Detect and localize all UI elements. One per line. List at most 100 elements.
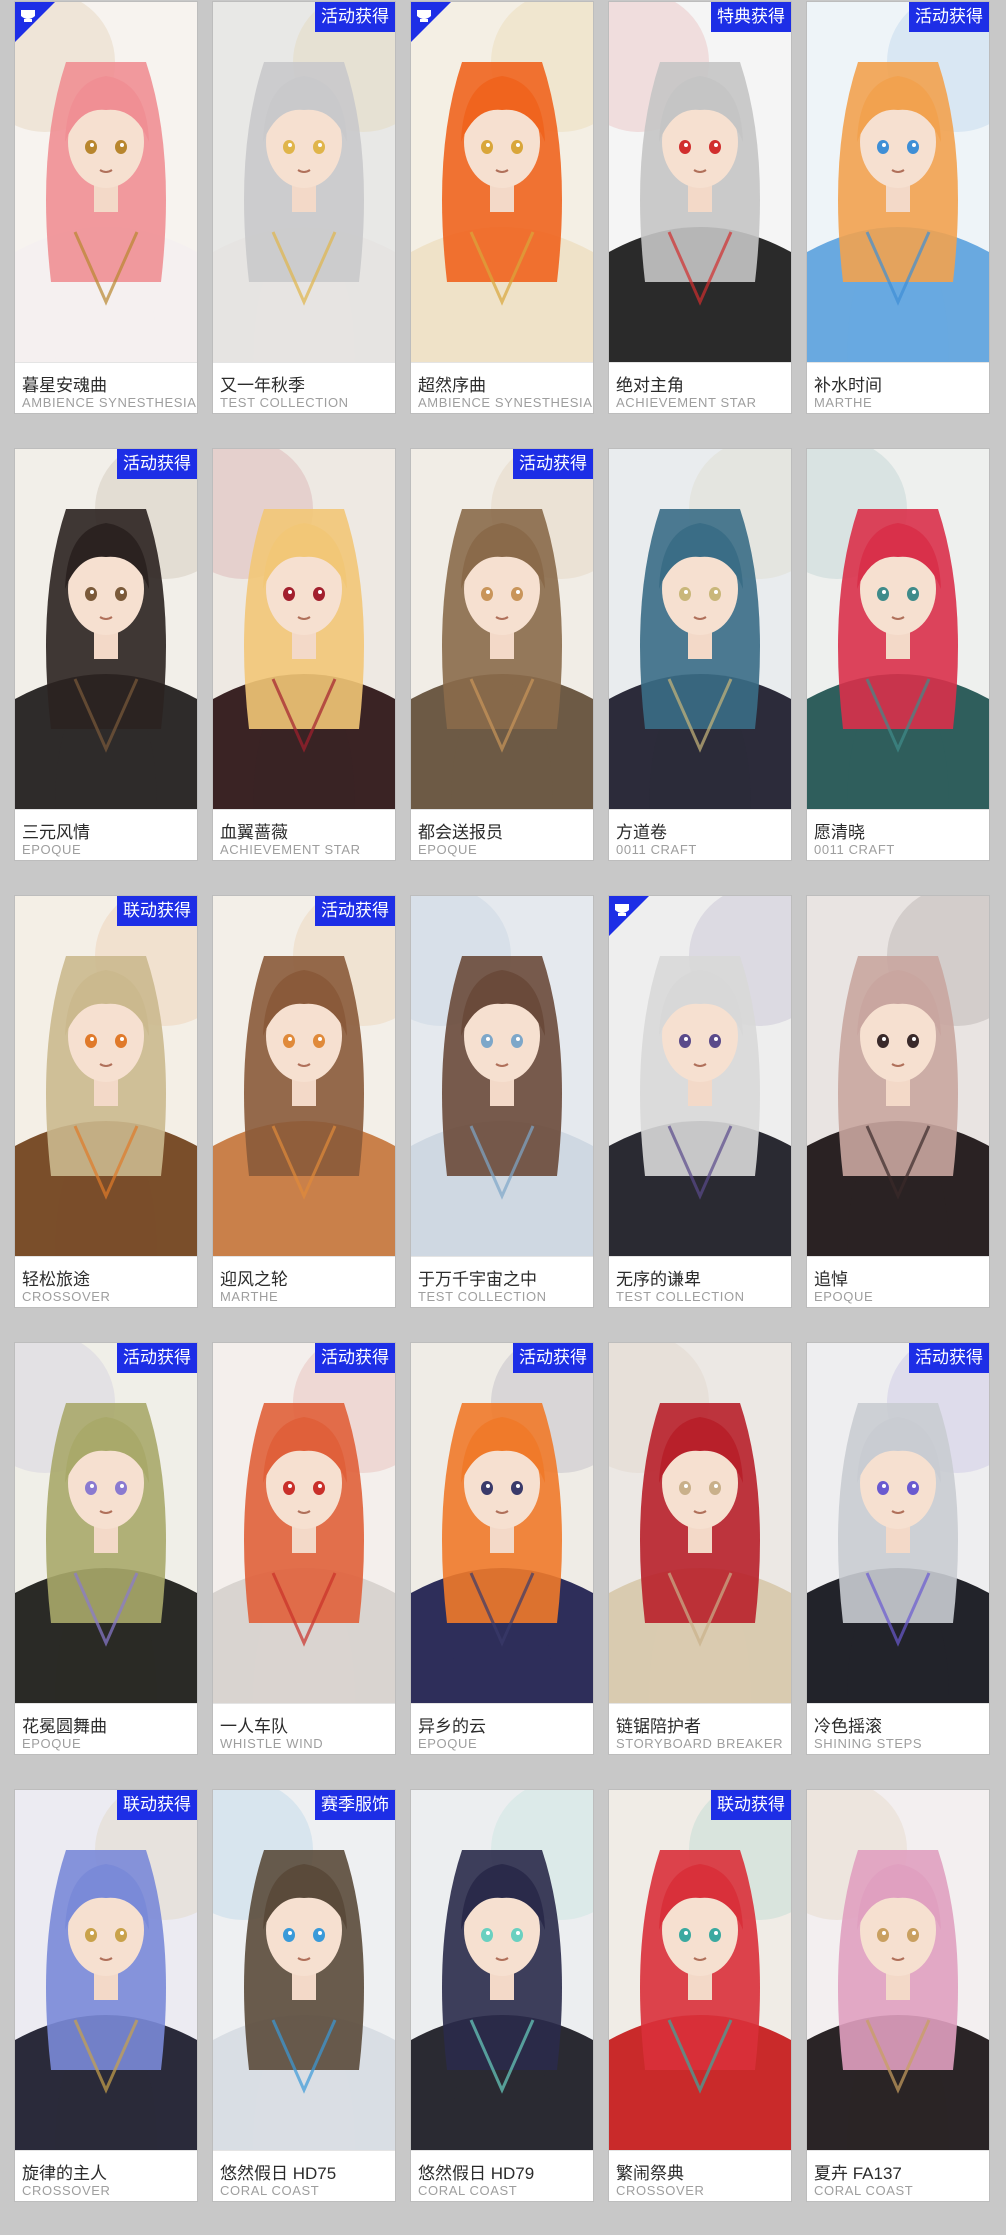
skin-name: 无序的谦卑: [616, 1270, 701, 1289]
skin-portrait: [609, 1790, 791, 2150]
skin-portrait: [15, 1343, 197, 1703]
skin-brand: MARTHE: [220, 1289, 279, 1304]
corner-badge-icon: [609, 896, 649, 936]
skin-caption: 悠然假日 HD75 CORAL COAST: [213, 2150, 395, 2201]
skin-name: 悠然假日 HD75: [220, 2164, 337, 2183]
skin-name: 轻松旅途: [22, 1270, 90, 1289]
skin-portrait: [15, 1790, 197, 2150]
skin-brand: WHISTLE WIND: [220, 1736, 324, 1751]
skin-caption: 暮星安魂曲 AMBIENCE SYNESTHESIA: [15, 362, 197, 413]
skin-name: 都会送报员: [418, 823, 503, 842]
skin-portrait: [609, 449, 791, 809]
skin-portrait: [213, 896, 395, 1256]
acquisition-tag: 活动获得: [909, 1343, 989, 1373]
skin-card-17[interactable]: 活动获得 一人车队 WHISTLE WIND: [213, 1343, 395, 1754]
acquisition-tag: 活动获得: [117, 1343, 197, 1373]
skin-brand: CORAL COAST: [814, 2183, 914, 2198]
skin-caption: 繁闹祭典 CROSSOVER: [609, 2150, 791, 2201]
skin-portrait: [213, 1343, 395, 1703]
skin-name: 愿清晓: [814, 823, 865, 842]
skin-portrait: [15, 2, 197, 362]
skin-card-1[interactable]: 暮星安魂曲 AMBIENCE SYNESTHESIA: [15, 2, 197, 413]
skin-card-6[interactable]: 活动获得 三元风情 EPOQUE: [15, 449, 197, 860]
skin-caption: 链锯陪护者 STORYBOARD BREAKER: [609, 1703, 791, 1754]
skin-caption: 花冕圆舞曲 EPOQUE: [15, 1703, 197, 1754]
skin-name: 花冕圆舞曲: [22, 1717, 107, 1736]
skin-card-10[interactable]: 愿清晓 0011 CRAFT: [807, 449, 989, 860]
skin-card-23[interactable]: 悠然假日 HD79 CORAL COAST: [411, 1790, 593, 2201]
corner-badge-icon: [411, 2, 451, 42]
skin-card-25[interactable]: 夏卉 FA137 CORAL COAST: [807, 1790, 989, 2201]
skin-card-12[interactable]: 活动获得 迎风之轮 MARTHE: [213, 896, 395, 1307]
skin-brand: 0011 CRAFT: [814, 842, 895, 857]
skin-brand: TEST COLLECTION: [220, 395, 349, 410]
skin-brand: ACHIEVEMENT STAR: [220, 842, 361, 857]
skin-card-3[interactable]: 超然序曲 AMBIENCE SYNESTHESIA: [411, 2, 593, 413]
skin-caption: 三元风情 EPOQUE: [15, 809, 197, 860]
acquisition-tag: 活动获得: [315, 1343, 395, 1373]
corner-badge-icon: [15, 2, 55, 42]
skin-name: 暮星安魂曲: [22, 376, 107, 395]
skin-portrait: [15, 896, 197, 1256]
skin-caption: 方道卷 0011 CRAFT: [609, 809, 791, 860]
skin-brand: AMBIENCE SYNESTHESIA: [418, 395, 593, 410]
skin-name: 绝对主角: [616, 376, 684, 395]
skin-card-4[interactable]: 特典获得 绝对主角 ACHIEVEMENT STAR: [609, 2, 791, 413]
skin-caption: 追悼 EPOQUE: [807, 1256, 989, 1307]
skin-name: 夏卉 FA137: [814, 2164, 902, 2183]
skin-brand: CROSSOVER: [616, 2183, 705, 2198]
skin-name: 链锯陪护者: [616, 1717, 701, 1736]
skin-name: 旋律的主人: [22, 2164, 107, 2183]
skin-portrait: [213, 1790, 395, 2150]
skin-caption: 又一年秋季 TEST COLLECTION: [213, 362, 395, 413]
skin-brand: CROSSOVER: [22, 1289, 111, 1304]
skin-card-24[interactable]: 联动获得 繁闹祭典 CROSSOVER: [609, 1790, 791, 2201]
skin-card-8[interactable]: 活动获得 都会送报员 EPOQUE: [411, 449, 593, 860]
skin-card-19[interactable]: 链锯陪护者 STORYBOARD BREAKER: [609, 1343, 791, 1754]
skin-caption: 夏卉 FA137 CORAL COAST: [807, 2150, 989, 2201]
skin-card-14[interactable]: 无序的谦卑 TEST COLLECTION: [609, 896, 791, 1307]
skin-card-16[interactable]: 活动获得 花冕圆舞曲 EPOQUE: [15, 1343, 197, 1754]
skin-card-9[interactable]: 方道卷 0011 CRAFT: [609, 449, 791, 860]
skin-name: 异乡的云: [418, 1717, 486, 1736]
skin-brand: SHINING STEPS: [814, 1736, 923, 1751]
skin-brand: CORAL COAST: [418, 2183, 518, 2198]
skin-card-5[interactable]: 活动获得 补水时间 MARTHE: [807, 2, 989, 413]
skin-name: 冷色摇滚: [814, 1717, 882, 1736]
skin-card-20[interactable]: 活动获得 冷色摇滚 SHINING STEPS: [807, 1343, 989, 1754]
skin-portrait: [609, 2, 791, 362]
skin-name: 又一年秋季: [220, 376, 305, 395]
skin-brand: STORYBOARD BREAKER: [616, 1736, 784, 1751]
skin-name: 方道卷: [616, 823, 667, 842]
skin-card-22[interactable]: 赛季服饰 悠然假日 HD75 CORAL COAST: [213, 1790, 395, 2201]
acquisition-tag: 特典获得: [711, 2, 791, 32]
acquisition-tag: 联动获得: [711, 1790, 791, 1820]
skin-caption: 补水时间 MARTHE: [807, 362, 989, 413]
skin-card-2[interactable]: 活动获得 又一年秋季 TEST COLLECTION: [213, 2, 395, 413]
skin-name: 繁闹祭典: [616, 2164, 684, 2183]
skin-card-18[interactable]: 活动获得 异乡的云 EPOQUE: [411, 1343, 593, 1754]
skin-card-15[interactable]: 追悼 EPOQUE: [807, 896, 989, 1307]
skin-caption: 超然序曲 AMBIENCE SYNESTHESIA: [411, 362, 593, 413]
acquisition-tag: 联动获得: [117, 1790, 197, 1820]
skin-brand: TEST COLLECTION: [418, 1289, 547, 1304]
skin-brand: TEST COLLECTION: [616, 1289, 745, 1304]
skin-card-13[interactable]: 于万千宇宙之中 TEST COLLECTION: [411, 896, 593, 1307]
skin-card-21[interactable]: 联动获得 旋律的主人 CROSSOVER: [15, 1790, 197, 2201]
skin-name: 迎风之轮: [220, 1270, 288, 1289]
skin-card-11[interactable]: 联动获得 轻松旅途 CROSSOVER: [15, 896, 197, 1307]
skin-caption: 血翼蔷薇 ACHIEVEMENT STAR: [213, 809, 395, 860]
skin-caption: 愿清晓 0011 CRAFT: [807, 809, 989, 860]
skin-grid: 暮星安魂曲 AMBIENCE SYNESTHESIA 活动获得 又一年秋季 TE…: [15, 0, 995, 2235]
skin-brand: EPOQUE: [814, 1289, 874, 1304]
skin-caption: 冷色摇滚 SHINING STEPS: [807, 1703, 989, 1754]
skin-portrait: [807, 896, 989, 1256]
skin-portrait: [213, 449, 395, 809]
skin-caption: 异乡的云 EPOQUE: [411, 1703, 593, 1754]
skin-portrait: [411, 896, 593, 1256]
acquisition-tag: 赛季服饰: [315, 1790, 395, 1820]
skin-portrait: [411, 449, 593, 809]
skin-card-7[interactable]: 血翼蔷薇 ACHIEVEMENT STAR: [213, 449, 395, 860]
acquisition-tag: 联动获得: [117, 896, 197, 926]
acquisition-tag: 活动获得: [909, 2, 989, 32]
